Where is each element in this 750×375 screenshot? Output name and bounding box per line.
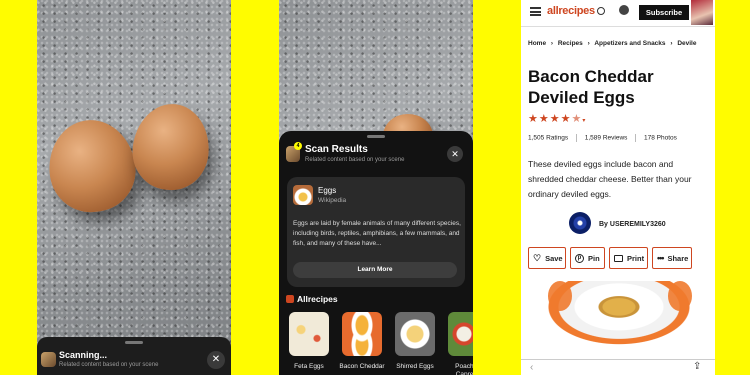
printer-icon	[614, 254, 623, 262]
chevron-right-icon: ›	[670, 40, 673, 47]
results-title: Scan Results	[305, 144, 368, 155]
breadcrumb-item[interactable]: Devile	[677, 40, 696, 47]
star-icon: ★	[560, 113, 572, 125]
scanning-screen: Scanning... Related content based on you…	[37, 0, 231, 375]
chevron-down-icon[interactable]: ▾	[582, 118, 586, 124]
wiki-source: Wikipedia	[318, 197, 347, 204]
count-badge: 4	[294, 142, 302, 150]
chevron-right-icon: ›	[550, 40, 554, 47]
allrecipes-page: allrecipes Subscribe Home › Recipes › Ap…	[521, 0, 715, 375]
star-icon: ★	[549, 113, 561, 125]
ratings-count[interactable]: 1,505 Ratings	[528, 135, 568, 142]
menu-icon[interactable]	[530, 7, 541, 16]
breadcrumb: Home › Recipes › Appetizers and Snacks ›…	[528, 40, 696, 47]
save-label: Save	[545, 253, 563, 263]
subscribe-button[interactable]: Subscribe	[639, 5, 689, 20]
browser-bottom-bar: ‹ ⇪	[521, 359, 715, 375]
egg-thumbnail	[293, 185, 313, 205]
back-icon[interactable]: ‹	[530, 362, 533, 373]
breadcrumb-item[interactable]: Recipes	[558, 40, 583, 47]
avatar[interactable]	[569, 212, 591, 234]
author-name[interactable]: By USEREMILY3260	[599, 221, 666, 228]
learn-more-button[interactable]: Learn More	[293, 262, 457, 278]
save-button[interactable]: ♡ Save	[528, 247, 566, 269]
recipe-description: These deviled eggs include bacon and shr…	[528, 159, 692, 199]
wiki-title: Eggs	[318, 186, 337, 195]
star-half-icon: ★	[571, 113, 583, 125]
drag-handle[interactable]	[125, 341, 143, 344]
search-icon[interactable]	[597, 7, 605, 15]
close-icon[interactable]: ✕	[207, 351, 225, 369]
results-sheet[interactable]: 4 Scan Results Related content based on …	[279, 131, 473, 375]
allrecipes-section-title: Allrecipes	[297, 294, 338, 304]
star-icon: ★	[538, 113, 550, 125]
drag-handle[interactable]	[367, 135, 385, 138]
wikipedia-card[interactable]: Eggs Wikipedia Eggs are laid by female a…	[287, 177, 465, 287]
rating-stats: 1,505 Ratings 1,589 Reviews 178 Photos	[528, 134, 677, 142]
heart-icon: ♡	[533, 252, 542, 263]
allrecipes-logo-icon	[286, 295, 294, 303]
scanning-title: Scanning...	[59, 350, 108, 360]
recipe-hero-image	[528, 281, 710, 355]
print-button[interactable]: Print	[609, 247, 648, 269]
close-icon[interactable]: ✕	[447, 146, 463, 162]
scan-results-screen: 4 Scan Results Related content based on …	[279, 0, 473, 375]
print-label: Print	[627, 253, 645, 263]
recipe-label[interactable]: Shirred Eggs	[391, 363, 439, 371]
share-button[interactable]: ••• Share	[652, 247, 692, 269]
recipe-label[interactable]: Poached Caprese	[444, 363, 473, 375]
account-icon[interactable]	[619, 5, 629, 15]
breadcrumb-item[interactable]: Appetizers and Snacks	[594, 40, 665, 47]
share-icon[interactable]: ⇪	[693, 361, 701, 372]
allrecipes-logo[interactable]: allrecipes	[547, 5, 595, 17]
pin-label: Pin	[588, 253, 600, 263]
breadcrumb-item[interactable]: Home	[528, 40, 546, 47]
recipe-title: Bacon Cheddar Deviled Eggs	[528, 67, 654, 107]
recipe-label[interactable]: Bacon Cheddar	[338, 363, 386, 371]
recipe-thumb-bacon[interactable]	[342, 312, 382, 356]
rating-stars: ★★★★★▾	[528, 112, 586, 125]
star-icon: ★	[528, 113, 539, 125]
scan-app-icon	[41, 352, 56, 367]
more-icon: •••	[657, 253, 665, 263]
wiki-description: Eggs are laid by female animals of many …	[293, 220, 461, 247]
chevron-right-icon: ›	[587, 40, 590, 47]
site-header: allrecipes Subscribe	[521, 0, 715, 27]
scanning-subtitle: Related content based on your scene	[59, 362, 159, 368]
pin-button[interactable]: p Pin	[570, 247, 605, 269]
magazine-thumb[interactable]	[691, 0, 713, 25]
results-subtitle: Related content based on your scene	[305, 157, 405, 163]
recipe-label[interactable]: Feta Eggs	[285, 363, 333, 371]
share-label: Share	[667, 253, 689, 263]
recipe-thumb-feta[interactable]	[289, 312, 329, 356]
reviews-count[interactable]: 1,589 Reviews	[585, 135, 628, 142]
recipe-thumb-caprese[interactable]	[448, 312, 473, 356]
scanning-bar[interactable]: Scanning... Related content based on you…	[37, 337, 231, 375]
recipe-thumb-shirred[interactable]	[395, 312, 435, 356]
pinterest-icon: p	[575, 253, 584, 263]
photos-count[interactable]: 178 Photos	[644, 135, 677, 142]
